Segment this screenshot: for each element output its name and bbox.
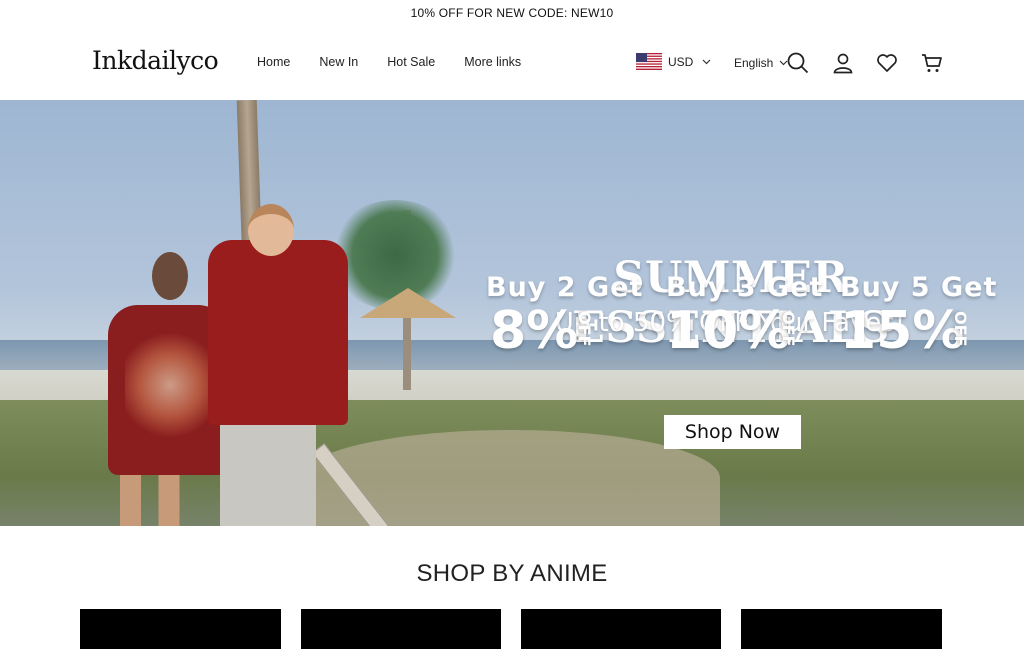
category-card[interactable] [80, 609, 281, 649]
model-man-head [248, 204, 294, 256]
offer-percent: 15% [840, 301, 965, 361]
nav-hot-sale[interactable]: Hot Sale [387, 55, 435, 69]
category-card[interactable] [741, 609, 942, 649]
category-card[interactable] [301, 609, 501, 649]
palm-fronds [330, 200, 460, 310]
offer-off-label: OFF [575, 311, 594, 347]
shirt-print [125, 325, 215, 445]
offer-label: Buy 2 Get [486, 272, 644, 303]
hero-banner[interactable]: SUMMER ESSENTIALS Up to 50% OFF Your Fav… [0, 100, 1024, 526]
us-flag-icon [636, 53, 662, 70]
account-icon[interactable] [831, 51, 855, 75]
category-card[interactable] [521, 609, 721, 649]
site-header: Inkdailyco Home New In Hot Sale More lin… [0, 26, 1024, 100]
nav-new-in[interactable]: New In [319, 55, 358, 69]
cart-icon[interactable] [920, 51, 944, 75]
nav-more-links[interactable]: More links [464, 55, 521, 69]
offer-off-label: OFF [951, 311, 970, 347]
offer-buy-5: Buy 5 Get 15% OFF [840, 272, 997, 357]
wishlist-heart-icon[interactable] [875, 51, 899, 75]
section-title: SHOP BY ANIME [416, 560, 608, 587]
search-icon[interactable] [786, 51, 810, 75]
currency-selector[interactable]: USD [636, 53, 711, 70]
brand-logo[interactable]: Inkdailyco [92, 46, 219, 75]
offer-off-label: OFF [779, 311, 798, 347]
anime-category-cards [80, 609, 962, 649]
offer-label: Buy 5 Get [840, 272, 998, 303]
shop-now-button[interactable]: Shop Now [664, 415, 801, 449]
offer-buy-3: Buy 3 Get 10% OFF [666, 272, 823, 357]
nav-home[interactable]: Home [257, 55, 290, 69]
announcement-bar: 10% OFF FOR NEW CODE: NEW10 [410, 6, 614, 20]
offer-label: Buy 3 Get [666, 272, 824, 303]
offer-percent: 8% [490, 301, 579, 361]
chevron-down-icon [702, 59, 711, 64]
model-man-shirt [208, 240, 348, 425]
language-selector[interactable]: English [734, 56, 788, 70]
model-woman-head [152, 252, 188, 300]
language-label: English [734, 56, 774, 70]
currency-label: USD [668, 54, 694, 69]
main-nav: Home New In Hot Sale More links [257, 55, 550, 69]
model-woman-legs [120, 470, 190, 526]
offer-buy-2: Buy 2 Get 8% OFF [486, 272, 643, 357]
offer-percent: 10% [666, 301, 791, 361]
model-man-legs [220, 418, 316, 526]
